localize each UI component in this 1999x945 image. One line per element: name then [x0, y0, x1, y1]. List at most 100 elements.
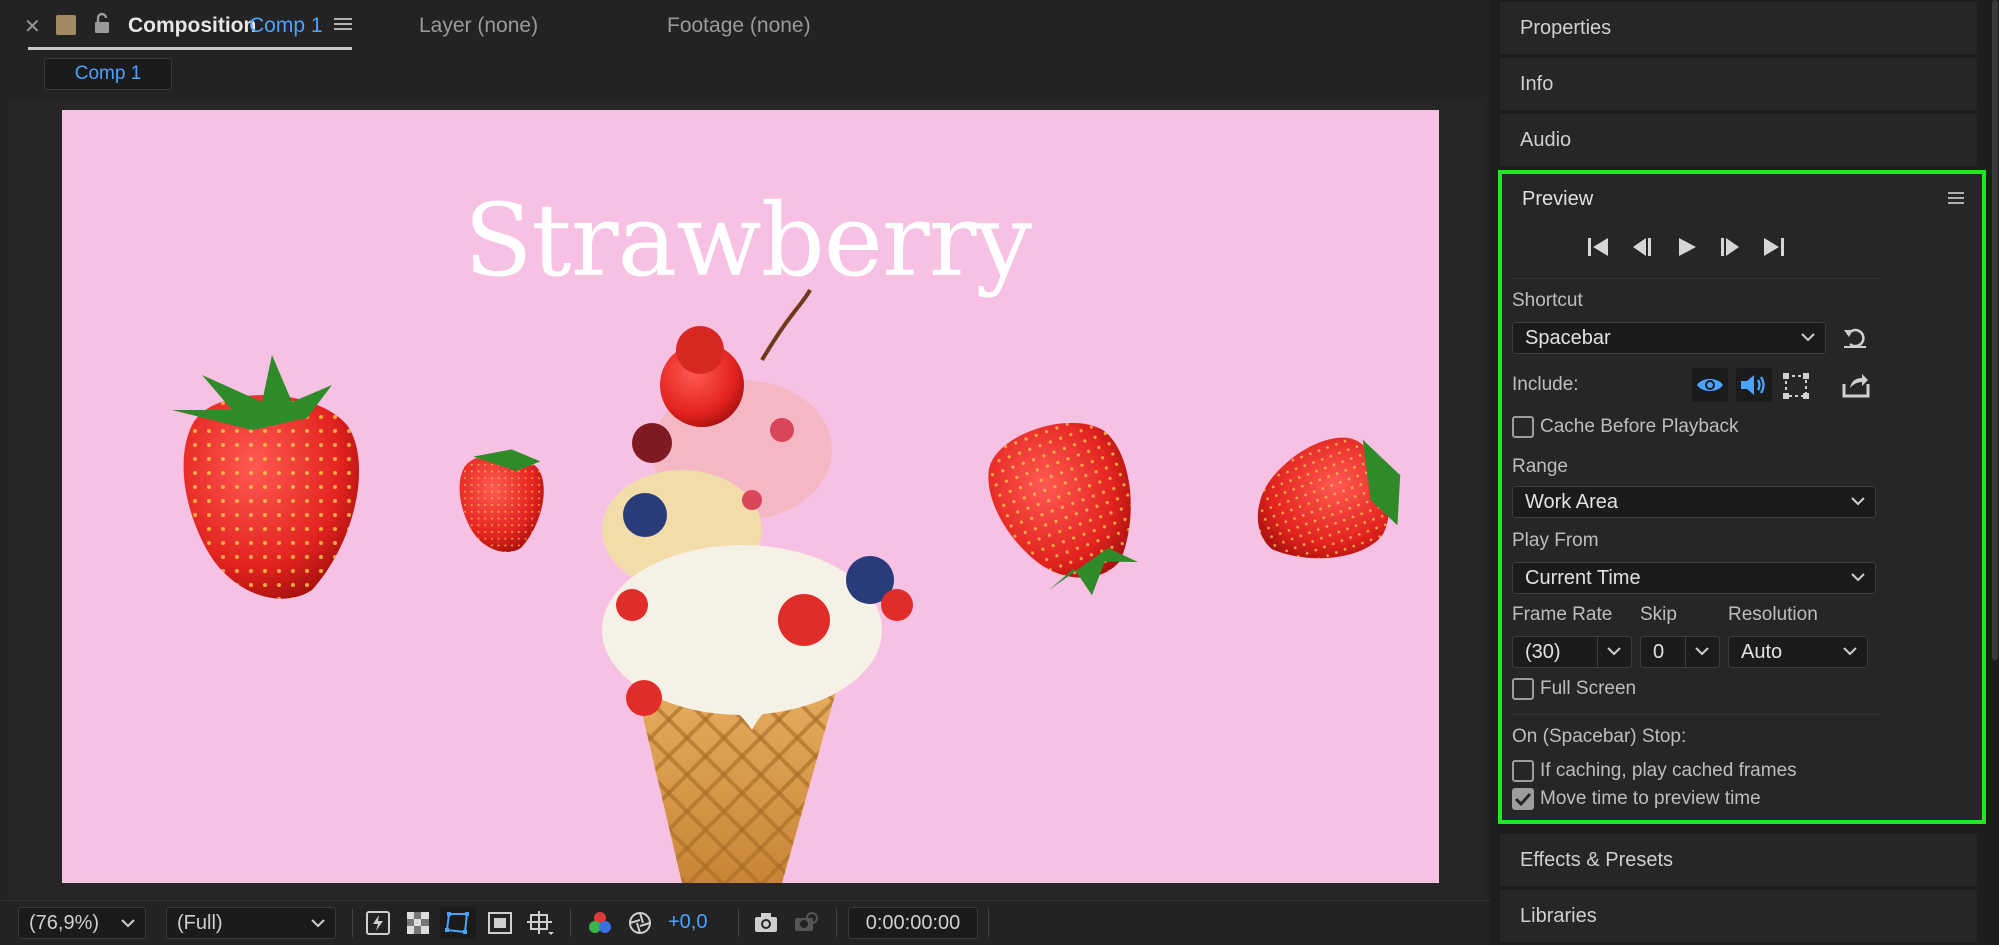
- lock-icon[interactable]: [92, 12, 112, 40]
- skip-label: Skip: [1640, 604, 1677, 625]
- shortcut-dropdown[interactable]: Spacebar: [1512, 322, 1826, 354]
- tab-composition-name[interactable]: Comp 1: [249, 14, 323, 38]
- play-from-dropdown[interactable]: Current Time: [1512, 562, 1876, 594]
- play-from-label: Play From: [1512, 530, 1599, 551]
- divider: [738, 909, 739, 937]
- panel-menu-icon[interactable]: [1948, 190, 1964, 206]
- chevron-down-icon: [1801, 333, 1815, 342]
- panel-libraries[interactable]: Libraries: [1500, 890, 1977, 942]
- range-dropdown[interactable]: Work Area: [1512, 486, 1876, 518]
- panel-effects-presets-label: Effects & Presets: [1520, 848, 1674, 871]
- frame-rate-dropdown[interactable]: (30): [1512, 636, 1632, 668]
- divider: [1512, 714, 1882, 715]
- play-from-value: Current Time: [1525, 566, 1641, 589]
- region-of-interest-icon[interactable]: [484, 907, 516, 939]
- panel-properties[interactable]: Properties: [1500, 2, 1977, 54]
- chevron-down-icon: [1851, 497, 1865, 506]
- include-video-toggle[interactable]: [1692, 368, 1728, 402]
- panel-info[interactable]: Info: [1500, 58, 1977, 110]
- show-snapshot-icon[interactable]: [790, 907, 822, 939]
- range-label: Range: [1512, 456, 1568, 477]
- camera-snapshot-icon[interactable]: [750, 907, 782, 939]
- grid-guides-icon[interactable]: [524, 907, 556, 939]
- close-icon[interactable]: ✕: [24, 14, 41, 39]
- move-time-label: Move time to preview time: [1540, 788, 1761, 809]
- divider: [352, 909, 353, 937]
- checkmark-icon: [1515, 792, 1531, 806]
- strawberry-2: [459, 449, 544, 552]
- cache-before-playback-checkbox[interactable]: [1512, 416, 1534, 438]
- divider: [836, 909, 837, 937]
- reset-shortcut-icon[interactable]: [1842, 326, 1868, 350]
- resolution-dropdown[interactable]: (Full): [166, 907, 336, 939]
- panel-info-label: Info: [1520, 72, 1554, 95]
- next-frame-icon[interactable]: [1718, 236, 1742, 258]
- preview-panel: Preview Shortcut Spacebar Include: Cache…: [1498, 170, 1986, 824]
- export-preview-icon[interactable]: [1842, 372, 1870, 398]
- fast-previews-icon[interactable]: [362, 907, 394, 939]
- previous-frame-icon[interactable]: [1630, 236, 1654, 258]
- panel-effects-presets[interactable]: Effects & Presets: [1500, 834, 1977, 886]
- move-time-row[interactable]: Move time to preview time: [1512, 788, 1761, 810]
- divider: [1512, 278, 1882, 279]
- include-overlays-icon[interactable]: [1782, 372, 1810, 400]
- chevron-down-icon: [1843, 647, 1857, 656]
- chevron-down-icon: [1851, 573, 1865, 582]
- divider: [1597, 637, 1598, 667]
- speaker-icon: [1741, 375, 1765, 395]
- if-caching-label: If caching, play cached frames: [1540, 760, 1797, 781]
- if-caching-row[interactable]: If caching, play cached frames: [1512, 760, 1797, 782]
- cache-before-playback-label: Cache Before Playback: [1540, 416, 1739, 437]
- chevron-down-icon: [121, 919, 135, 928]
- strawberry-3: [988, 422, 1138, 596]
- chevron-down-icon: [1695, 647, 1709, 656]
- shortcut-value: Spacebar: [1525, 326, 1611, 349]
- tab-footage[interactable]: Footage (none): [667, 14, 811, 38]
- comp-flowchart-tab[interactable]: Comp 1: [44, 58, 172, 90]
- include-audio-toggle[interactable]: [1736, 368, 1772, 402]
- full-screen-row[interactable]: Full Screen: [1512, 678, 1636, 700]
- chevron-down-icon: [311, 919, 325, 928]
- current-time-field[interactable]: 0:00:00:00: [848, 907, 978, 939]
- resolution-label: Resolution: [1728, 604, 1818, 625]
- tab-layer[interactable]: Layer (none): [419, 14, 538, 38]
- panel-menu-icon[interactable]: [334, 15, 352, 39]
- ice-cream-artwork: [172, 289, 1401, 883]
- divider: [988, 909, 989, 937]
- strawberry-1: [172, 355, 360, 599]
- if-caching-checkbox[interactable]: [1512, 760, 1534, 782]
- full-screen-label: Full Screen: [1540, 678, 1637, 699]
- full-screen-checkbox[interactable]: [1512, 678, 1534, 700]
- zoom-value: (76,9%): [29, 911, 100, 934]
- panel-scrollbar[interactable]: [1992, 0, 1998, 660]
- first-frame-icon[interactable]: [1586, 236, 1610, 258]
- move-time-checkbox[interactable]: [1512, 788, 1534, 810]
- eye-icon: [1697, 379, 1723, 391]
- color-channels-icon[interactable]: [584, 907, 616, 939]
- panel-audio[interactable]: Audio: [1500, 114, 1977, 166]
- panel-audio-label: Audio: [1520, 128, 1572, 151]
- frame-rate-label: Frame Rate: [1512, 604, 1613, 625]
- cache-before-playback-row[interactable]: Cache Before Playback: [1512, 416, 1739, 438]
- active-tab-underline: [28, 47, 352, 50]
- stop-behavior-label: On (Spacebar) Stop:: [1512, 726, 1687, 747]
- composition-tab-bar: ✕ Composition Comp 1 Layer (none) Footag…: [0, 0, 1490, 54]
- include-label: Include:: [1512, 374, 1579, 395]
- shortcut-label: Shortcut: [1512, 290, 1583, 311]
- transparency-grid-icon[interactable]: [402, 907, 434, 939]
- exposure-value[interactable]: +0,0: [668, 911, 707, 934]
- skip-dropdown[interactable]: 0: [1640, 636, 1720, 668]
- label-color-swatch[interactable]: [56, 15, 76, 35]
- play-icon[interactable]: [1676, 236, 1698, 258]
- mask-visibility-icon[interactable]: [440, 907, 476, 939]
- composition-canvas[interactable]: Strawberry: [62, 110, 1439, 883]
- panel-properties-label: Properties: [1520, 16, 1612, 39]
- divider: [1685, 637, 1686, 667]
- zoom-dropdown[interactable]: (76,9%): [18, 907, 146, 939]
- reset-exposure-icon[interactable]: [624, 907, 656, 939]
- ice-cream-cone: [602, 289, 913, 883]
- preview-resolution-value: Auto: [1741, 640, 1783, 663]
- preview-resolution-dropdown[interactable]: Auto: [1728, 636, 1868, 668]
- last-frame-icon[interactable]: [1762, 236, 1786, 258]
- tab-composition[interactable]: Composition: [128, 14, 256, 38]
